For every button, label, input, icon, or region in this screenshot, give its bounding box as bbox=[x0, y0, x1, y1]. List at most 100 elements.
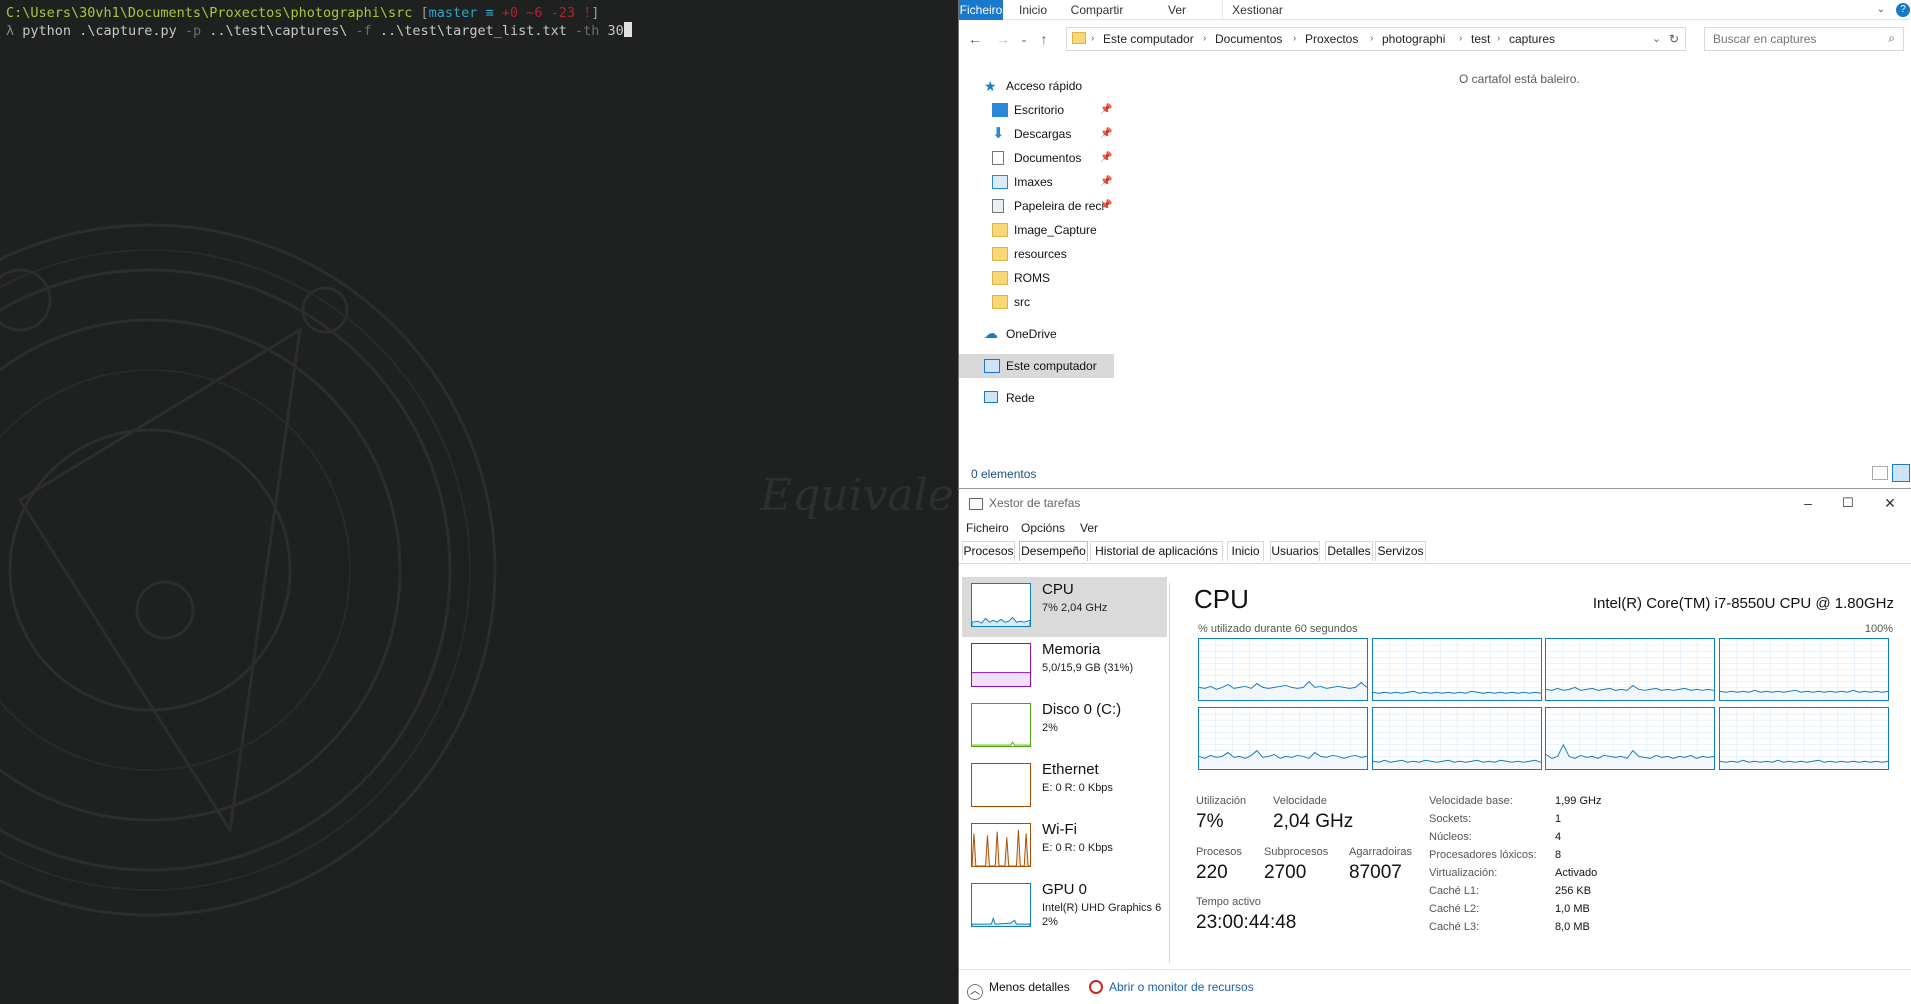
command-threshold: 30 bbox=[607, 23, 624, 39]
details-view-icon[interactable] bbox=[1872, 466, 1888, 480]
ribbon-tab-file[interactable]: Ficheiro bbox=[959, 0, 1003, 20]
cpu-model: Intel(R) Core(TM) i7-8550U CPU @ 1.80GHz bbox=[1592, 595, 1894, 612]
speed-value: 2,04 GHz bbox=[1273, 811, 1354, 832]
nav-item-documentos[interactable]: Documentos 📌 bbox=[992, 147, 1112, 169]
command-text: python .\capture.py bbox=[22, 23, 177, 39]
sidebar-item-memory[interactable]: Memoria 5,0/15,9 GB (31%) bbox=[971, 639, 1171, 695]
gpu-thumbnail-graph bbox=[971, 883, 1031, 927]
recent-locations-icon[interactable]: ⌄ bbox=[1014, 29, 1034, 49]
terminal-wallpaper: Equivalent bbox=[0, 223, 958, 917]
menu-options[interactable]: Opcións bbox=[1021, 521, 1065, 535]
l1-cache-label: Caché L1: bbox=[1429, 885, 1480, 897]
breadcrumb-captures[interactable]: captures bbox=[1509, 28, 1555, 50]
pin-icon[interactable]: 📌 bbox=[1100, 171, 1112, 193]
breadcrumb-test[interactable]: test bbox=[1471, 28, 1490, 50]
close-icon[interactable]: ✕ bbox=[1870, 491, 1910, 515]
up-arrow-icon[interactable]: ↑ bbox=[1034, 29, 1054, 49]
pin-icon[interactable]: 📌 bbox=[1100, 195, 1112, 217]
tab-app-history[interactable]: Historial de aplicacións bbox=[1090, 541, 1223, 561]
tab-processes[interactable]: Procesos bbox=[962, 541, 1015, 561]
cores-value: 4 bbox=[1555, 831, 1562, 843]
command-flag-p: -p bbox=[176, 23, 210, 39]
maximize-icon[interactable]: ☐ bbox=[1828, 491, 1868, 515]
tab-services[interactable]: Servizos bbox=[1375, 541, 1426, 561]
nav-item-descargas[interactable]: ⬇ Descargas 📌 bbox=[992, 123, 1112, 145]
breadcrumb-documentos[interactable]: Documentos bbox=[1215, 28, 1282, 50]
ribbon-tab-view[interactable]: Ver bbox=[1162, 0, 1192, 20]
folder-icon bbox=[992, 223, 1008, 237]
ribbon-collapse-icon[interactable]: ⌄ bbox=[1874, 0, 1888, 20]
search-icon[interactable]: ⌕ bbox=[1888, 31, 1895, 46]
nav-item-escritorio[interactable]: Escritorio 📌 bbox=[992, 99, 1112, 121]
fewer-details-button[interactable]: ︿ Menos detalles bbox=[967, 980, 1070, 1000]
terminal-window[interactable]: Equivalent C:\Users\30vh1\Documents\Prox… bbox=[0, 0, 958, 1004]
ribbon-tab-share[interactable]: Compartir bbox=[1067, 0, 1127, 20]
folder-icon bbox=[992, 247, 1008, 261]
threads-label: Subprocesos bbox=[1264, 846, 1329, 858]
forward-arrow-icon[interactable]: → bbox=[993, 29, 1013, 49]
sidebar-item-gpu[interactable]: GPU 0 Intel(R) UHD Graphics 6 2% bbox=[971, 879, 1171, 935]
tab-details[interactable]: Detalles bbox=[1325, 541, 1373, 561]
pin-icon[interactable]: 📌 bbox=[1100, 123, 1112, 145]
back-arrow-icon[interactable]: ← bbox=[965, 29, 985, 49]
uptime-value: 23:00:44:48 bbox=[1196, 912, 1297, 933]
address-dropdown-icon[interactable]: ⌄ bbox=[1652, 28, 1661, 50]
breadcrumb-sep-icon: › bbox=[1459, 33, 1463, 44]
core-graph-1 bbox=[1198, 638, 1368, 701]
address-bar[interactable]: › Este computador › Documentos › Proxect… bbox=[1066, 27, 1686, 51]
breadcrumb-sep-icon: › bbox=[1091, 33, 1095, 44]
nav-item-recycle-bin[interactable]: Papeleira de reci 📌 bbox=[992, 195, 1112, 217]
pin-icon[interactable]: 📌 bbox=[1100, 147, 1112, 169]
sidebar-item-disk[interactable]: Disco 0 (C:) 2% bbox=[971, 699, 1171, 755]
nav-item-imaxes[interactable]: Imaxes 📌 bbox=[992, 171, 1112, 193]
wallpaper-signature: Equivalent bbox=[759, 470, 958, 521]
ribbon-tab-home[interactable]: Inicio bbox=[1011, 0, 1055, 20]
ribbon-tabs: Ficheiro Inicio Compartir Ver Xestionar … bbox=[959, 0, 1911, 20]
sockets-label: Sockets: bbox=[1429, 813, 1472, 825]
sidebar-divider bbox=[1169, 583, 1170, 963]
pin-icon[interactable]: 📌 bbox=[1100, 99, 1112, 121]
prompt-symbol: λ bbox=[6, 23, 15, 39]
sidebar-item-wifi[interactable]: Wi-Fi E: 0 R: 0 Kbps bbox=[971, 819, 1171, 875]
sidebar-item-cpu[interactable]: CPU 7% 2,04 GHz bbox=[971, 579, 1171, 635]
tab-startup[interactable]: Inicio bbox=[1227, 541, 1264, 561]
search-box[interactable]: ⌕ bbox=[1704, 27, 1904, 51]
file-explorer-window: Ficheiro Inicio Compartir Ver Xestionar … bbox=[958, 0, 1911, 488]
l3-cache-label: Caché L3: bbox=[1429, 921, 1480, 933]
address-row: ← → ⌄ ↑ › Este computador › Documentos ›… bbox=[959, 26, 1911, 52]
network-icon bbox=[984, 391, 998, 403]
core-graph-2 bbox=[1371, 638, 1542, 701]
minimize-icon[interactable]: – bbox=[1788, 491, 1828, 515]
sidebar-item-ethernet[interactable]: Ethernet E: 0 R: 0 Kbps bbox=[971, 759, 1171, 815]
prompt-line: C:\Users\30vh1\Documents\Proxectos\photo… bbox=[6, 5, 599, 22]
menu-view[interactable]: Ver bbox=[1080, 521, 1098, 535]
help-icon[interactable]: ? bbox=[1896, 3, 1910, 17]
cpu-thumbnail-graph bbox=[971, 583, 1031, 627]
navigation-pane: ★ Acceso rápido Escritorio 📌 ⬇ Descargas… bbox=[959, 72, 1119, 405]
breadcrumb-this-pc[interactable]: Este computador bbox=[1103, 28, 1194, 50]
breadcrumb-sep-icon: › bbox=[1293, 33, 1297, 44]
breadcrumb-proxectos[interactable]: Proxectos bbox=[1305, 28, 1358, 50]
search-input[interactable] bbox=[1705, 28, 1875, 50]
menu-file[interactable]: Ficheiro bbox=[966, 521, 1009, 535]
breadcrumb-photographi[interactable]: photographi bbox=[1382, 28, 1445, 50]
open-resource-monitor-link[interactable]: Abrir o monitor de recursos bbox=[1089, 980, 1254, 994]
tab-performance[interactable]: Desempeño bbox=[1019, 541, 1088, 561]
star-icon: ★ bbox=[984, 78, 997, 94]
large-icons-view-icon[interactable] bbox=[1892, 464, 1910, 482]
breadcrumb-sep-icon: › bbox=[1370, 33, 1374, 44]
command-line[interactable]: λ python .\capture.py -p ..\test\capture… bbox=[6, 22, 632, 40]
ribbon-tab-manage[interactable]: Xestionar bbox=[1222, 0, 1292, 20]
command-flag-f: -f bbox=[347, 23, 380, 39]
git-status: +0 ~6 -23 ! bbox=[501, 5, 592, 21]
open-resource-monitor-label: Abrir o monitor de recursos bbox=[1109, 980, 1254, 994]
virtualization-label: Virtualización: bbox=[1429, 867, 1498, 879]
command-path-captures: ..\test\captures\ bbox=[209, 23, 348, 39]
refresh-icon[interactable]: ↻ bbox=[1669, 28, 1679, 50]
sockets-value: 1 bbox=[1555, 813, 1562, 825]
task-manager-icon bbox=[969, 498, 983, 510]
cores-label: Núcleos: bbox=[1429, 831, 1472, 843]
processes-label: Procesos bbox=[1196, 846, 1242, 858]
tab-users[interactable]: Usuarios bbox=[1270, 541, 1320, 561]
desktop-icon bbox=[992, 103, 1008, 117]
